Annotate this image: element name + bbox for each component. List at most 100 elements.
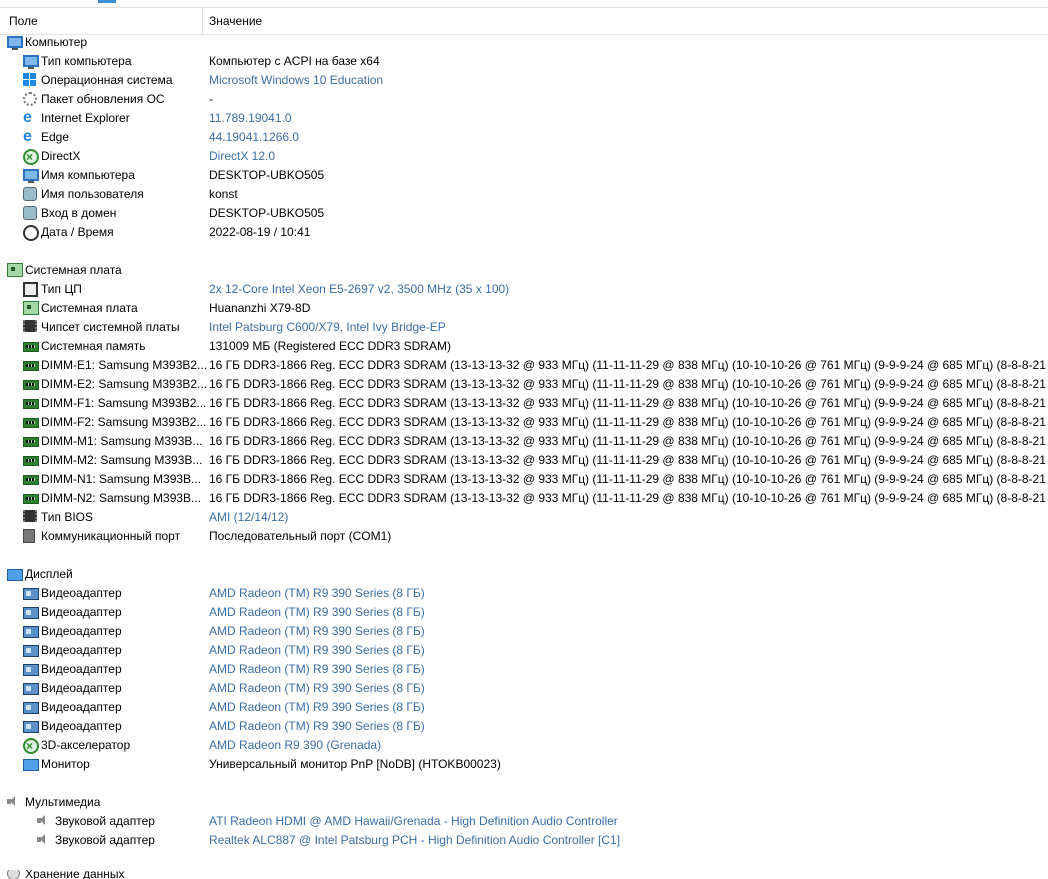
column-header[interactable]: Поле Значение xyxy=(0,7,1048,35)
row-motherboard[interactable]: Системная плата Huananzhi X79-8D xyxy=(0,299,1048,318)
monitor-icon xyxy=(23,759,39,771)
header-divider[interactable] xyxy=(202,8,203,34)
header-value[interactable]: Значение xyxy=(209,14,262,28)
field-label: DIMM-N1: Samsung M393B... xyxy=(41,472,202,486)
category-storage-clipped[interactable]: Хранение данных xyxy=(0,870,1048,879)
row-video-adapter[interactable]: Видеоадаптер AMD Radeon (TM) R9 390 Seri… xyxy=(0,660,1048,679)
field-value-link[interactable]: AMD Radeon (TM) R9 390 Series (8 ГБ) xyxy=(209,660,425,679)
video-adapter-icon xyxy=(23,664,39,676)
row-3d-accelerator[interactable]: 3D-акселератор AMD Radeon R9 390 (Grenad… xyxy=(0,736,1048,756)
field-value-link[interactable]: AMD Radeon (TM) R9 390 Series (8 ГБ) xyxy=(209,603,425,622)
field-label: Имя компьютера xyxy=(41,168,135,182)
row-domain[interactable]: Вход в домен DESKTOP-UBKO505 xyxy=(0,204,1048,223)
field-label: Edge xyxy=(41,130,70,144)
field-value-link[interactable]: Microsoft Windows 10 Education xyxy=(209,71,383,90)
field-value-link[interactable]: ATI Radeon HDMI @ AMD Hawaii/Grenada - H… xyxy=(209,812,618,831)
field-label: Тип ЦП xyxy=(41,282,82,296)
row-internet-explorer[interactable]: e Internet Explorer 11.789.19041.0 xyxy=(0,109,1048,128)
row-video-adapter[interactable]: Видеоадаптер AMD Radeon (TM) R9 390 Seri… xyxy=(0,622,1048,641)
row-dimm[interactable]: DIMM-M1: Samsung M393B... 16 ГБ DDR3-186… xyxy=(0,432,1048,451)
field-label: DIMM-F2: Samsung M393B2... xyxy=(41,415,207,429)
row-video-adapter[interactable]: Видеоадаптер AMD Radeon (TM) R9 390 Seri… xyxy=(0,603,1048,622)
speaker-icon xyxy=(37,814,47,826)
row-dimm[interactable]: DIMM-M2: Samsung M393B... 16 ГБ DDR3-186… xyxy=(0,451,1048,470)
video-adapter-icon xyxy=(23,626,39,638)
field-value: 16 ГБ DDR3-1866 Reg. ECC DDR3 SDRAM (13-… xyxy=(209,453,1048,467)
field-value-link[interactable]: AMD Radeon (TM) R9 390 Series (8 ГБ) xyxy=(209,679,425,698)
field-label: Системная память xyxy=(41,339,146,353)
field-value: 16 ГБ DDR3-1866 Reg. ECC DDR3 SDRAM (13-… xyxy=(209,377,1048,391)
row-video-adapter[interactable]: Видеоадаптер AMD Radeon (TM) R9 390 Seri… xyxy=(0,679,1048,698)
video-adapter-icon xyxy=(23,702,39,714)
row-edge[interactable]: e Edge 44.19041.1266.0 xyxy=(0,128,1048,147)
field-value: DESKTOP-UBKO505 xyxy=(209,206,325,220)
category-computer[interactable]: Компьютер xyxy=(0,33,1048,52)
row-video-adapter[interactable]: Видеоадаптер AMD Radeon (TM) R9 390 Seri… xyxy=(0,698,1048,717)
row-monitor[interactable]: Монитор Универсальный монитор PnP [NoDB]… xyxy=(0,755,1048,774)
field-value: Huananzhi X79-8D xyxy=(209,301,311,315)
row-system-memory[interactable]: Системная память 131009 МБ (Registered E… xyxy=(0,337,1048,356)
field-label: DirectX xyxy=(41,149,81,163)
field-value-link[interactable]: DirectX 12.0 xyxy=(209,147,275,166)
row-video-adapter[interactable]: Видеоадаптер AMD Radeon (TM) R9 390 Seri… xyxy=(0,641,1048,660)
row-dimm[interactable]: DIMM-E1: Samsung M393B2... 16 ГБ DDR3-18… xyxy=(0,356,1048,375)
category-motherboard[interactable]: Системная плата xyxy=(0,261,1048,280)
category-label: Мультимедиа xyxy=(25,795,101,809)
row-chipset[interactable]: Чипсет системной платы Intel Patsburg C6… xyxy=(0,318,1048,337)
row-dimm[interactable]: DIMM-N1: Samsung M393B... 16 ГБ DDR3-186… xyxy=(0,470,1048,489)
field-label: DIMM-F1: Samsung M393B2... xyxy=(41,396,207,410)
row-computer-name[interactable]: Имя компьютера DESKTOP-UBKO505 xyxy=(0,166,1048,185)
row-cpu-type[interactable]: Тип ЦП 2x 12-Core Intel Xeon E5-2697 v2,… xyxy=(0,280,1048,299)
row-bios-type[interactable]: Тип BIOS AMI (12/14/12) xyxy=(0,508,1048,527)
row-audio-adapter[interactable]: Звуковой адаптер ATI Radeon HDMI @ AMD H… xyxy=(0,812,1048,831)
field-value-link[interactable]: Intel Patsburg C600/X79, Intel Ivy Bridg… xyxy=(209,318,446,337)
field-label: Видеоадаптер xyxy=(41,643,122,657)
speaker-icon xyxy=(7,795,17,807)
field-value-link[interactable]: 11.789.19041.0 xyxy=(209,109,292,128)
field-value-link[interactable]: Realtek ALC887 @ Intel Patsburg PCH - Hi… xyxy=(209,831,620,850)
field-label: Звуковой адаптер xyxy=(55,833,155,847)
row-video-adapter[interactable]: Видеоадаптер AMD Radeon (TM) R9 390 Seri… xyxy=(0,584,1048,603)
row-user-name[interactable]: Имя пользователя konst xyxy=(0,185,1048,204)
row-service-pack[interactable]: Пакет обновления ОС - xyxy=(0,90,1048,109)
update-package-icon xyxy=(23,92,37,106)
field-value-link[interactable]: 2x 12-Core Intel Xeon E5-2697 v2, 3500 M… xyxy=(209,280,509,299)
row-video-adapter[interactable]: Видеоадаптер AMD Radeon (TM) R9 390 Seri… xyxy=(0,717,1048,736)
field-value-link[interactable]: 44.19041.1266.0 xyxy=(209,128,299,147)
bios-chip-icon xyxy=(23,510,37,522)
row-dimm[interactable]: DIMM-N2: Samsung M393B... 16 ГБ DDR3-186… xyxy=(0,489,1048,508)
video-adapter-icon xyxy=(23,645,39,657)
field-label: Тип компьютера xyxy=(41,54,132,68)
field-value-link[interactable]: AMI (12/14/12) xyxy=(209,508,288,527)
field-value: 131009 МБ (Registered ECC DDR3 SDRAM) xyxy=(209,339,451,353)
field-label: DIMM-M1: Samsung M393B... xyxy=(41,434,203,448)
row-os[interactable]: Операционная система Microsoft Windows 1… xyxy=(0,71,1048,90)
field-value: 16 ГБ DDR3-1866 Reg. ECC DDR3 SDRAM (13-… xyxy=(209,472,1048,486)
category-label: Системная плата xyxy=(25,263,122,277)
field-value-link[interactable]: AMD Radeon (TM) R9 390 Series (8 ГБ) xyxy=(209,698,425,717)
category-display[interactable]: Дисплей xyxy=(0,565,1048,584)
field-label: Видеоадаптер xyxy=(41,624,122,638)
row-dimm[interactable]: DIMM-F2: Samsung M393B2... 16 ГБ DDR3-18… xyxy=(0,413,1048,432)
row-date-time[interactable]: Дата / Время 2022-08-19 / 10:41 xyxy=(0,223,1048,242)
row-directx[interactable]: DirectX DirectX 12.0 xyxy=(0,147,1048,167)
field-value-link[interactable]: AMD Radeon (TM) R9 390 Series (8 ГБ) xyxy=(209,622,425,641)
field-value: 16 ГБ DDR3-1866 Reg. ECC DDR3 SDRAM (13-… xyxy=(209,358,1048,372)
field-value-link[interactable]: AMD Radeon (TM) R9 390 Series (8 ГБ) xyxy=(209,641,425,660)
field-label: Чипсет системной платы xyxy=(41,320,180,334)
header-field[interactable]: Поле xyxy=(9,14,38,28)
row-audio-adapter[interactable]: Звуковой адаптер Realtek ALC887 @ Intel … xyxy=(0,831,1048,850)
field-value-link[interactable]: AMD Radeon (TM) R9 390 Series (8 ГБ) xyxy=(209,584,425,603)
speaker-icon xyxy=(37,833,47,845)
row-dimm[interactable]: DIMM-F1: Samsung M393B2... 16 ГБ DDR3-18… xyxy=(0,394,1048,413)
field-value: 2022-08-19 / 10:41 xyxy=(209,225,311,239)
row-comm-port[interactable]: Коммуникационный порт Последовательный п… xyxy=(0,527,1048,546)
row-computer-type[interactable]: Тип компьютера Компьютер с ACPI на базе … xyxy=(0,52,1048,71)
field-value-link[interactable]: AMD Radeon R9 390 (Grenada) xyxy=(209,736,381,755)
row-dimm[interactable]: DIMM-E2: Samsung M393B2... 16 ГБ DDR3-18… xyxy=(0,375,1048,394)
category-multimedia[interactable]: Мультимедиа xyxy=(0,793,1048,812)
field-value-link[interactable]: AMD Radeon (TM) R9 390 Series (8 ГБ) xyxy=(209,717,425,736)
field-label: DIMM-N2: Samsung M393B... xyxy=(41,491,202,505)
field-value: - xyxy=(209,92,213,106)
